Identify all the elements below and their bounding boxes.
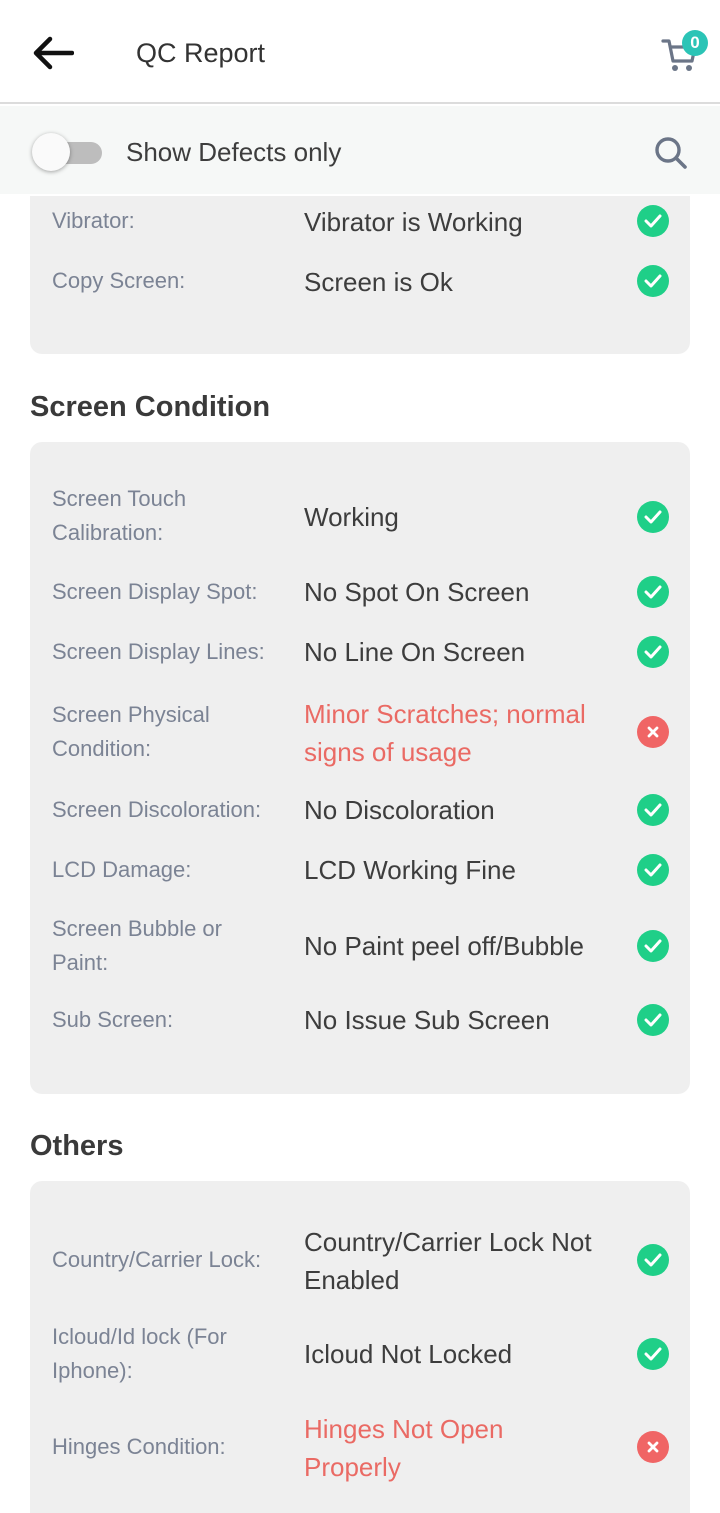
show-defects-label: Show Defects only [126,137,342,167]
section-title-others: Others [30,1130,124,1162]
row-value: No Spot On Screen [304,577,530,607]
row-label: Icloud/Id lock (For Iphone): [52,1324,227,1383]
row-label: Screen Display Lines: [52,639,265,664]
page-title: QC Report [136,38,266,68]
row-value: Country/Carrier Lock Not Enabled [304,1227,592,1295]
toggle-knob [32,133,70,171]
check-circle-icon [637,265,669,297]
cart-button[interactable]: 0 [658,30,708,76]
check-circle-icon [637,576,669,608]
check-circle-icon [637,1244,669,1276]
check-circle-icon [637,794,669,826]
cart-count-badge: 0 [682,30,708,56]
row-label: Screen Physical Condition: [52,702,210,761]
row-label: Copy Screen: [52,268,186,293]
check-circle-icon [637,1004,669,1036]
row-value: LCD Working Fine [304,855,516,885]
arrow-left-icon [33,36,74,70]
row-value: Working [304,502,399,532]
show-defects-toggle[interactable] [32,133,104,171]
row-value: No Line On Screen [304,637,526,667]
filter-bar: Show Defects only [0,106,720,194]
check-circle-icon [637,1338,669,1370]
row-value: No Issue Sub Screen [304,1005,550,1035]
search-icon [655,137,687,169]
row-label: Hinges Condition: [52,1434,226,1459]
check-circle-icon [637,930,669,962]
general-checks-card: Vibrator: Vibrator is Working Copy Scree… [30,196,690,354]
row-value-defect: Hinges Not Open Properly [304,1414,504,1482]
row-value-defect: Minor Scratches; normal signs of usage [304,699,586,767]
check-circle-icon [637,636,669,668]
row-value: No Paint peel off/Bubble [304,931,584,961]
row-label: Screen Discoloration: [52,797,262,822]
search-button[interactable] [652,134,690,172]
app-header: QC Report 0 [0,0,720,104]
row-label: Country/Carrier Lock: [52,1247,262,1272]
check-circle-icon [637,854,669,886]
back-button[interactable] [26,30,78,76]
row-label: Screen Bubble or Paint: [52,916,222,975]
row-value: Screen is Ok [304,267,453,297]
row-label: Vibrator: [52,208,135,233]
row-label: Sub Screen: [52,1007,174,1032]
check-circle-icon [637,501,669,533]
screen-condition-card: Screen Touch Calibration: Working Screen… [30,442,690,1094]
row-value: Icloud Not Locked [304,1339,513,1369]
error-circle-icon [637,1431,669,1463]
error-circle-icon [637,716,669,748]
check-circle-icon [637,205,669,237]
row-value: Vibrator is Working [304,207,523,237]
row-label: Screen Touch Calibration: [52,486,187,545]
report-row: Vibrator: Vibrator is Working [30,196,690,252]
row-label: LCD Damage: [52,857,192,882]
section-title-screen-condition: Screen Condition [30,391,271,423]
others-card: Country/Carrier Lock: Country/Carrier Lo… [30,1181,690,1513]
row-value: No Discoloration [304,795,495,825]
row-label: Screen Display Spot: [52,579,258,604]
report-row: Copy Screen: Screen is Ok [30,256,690,312]
